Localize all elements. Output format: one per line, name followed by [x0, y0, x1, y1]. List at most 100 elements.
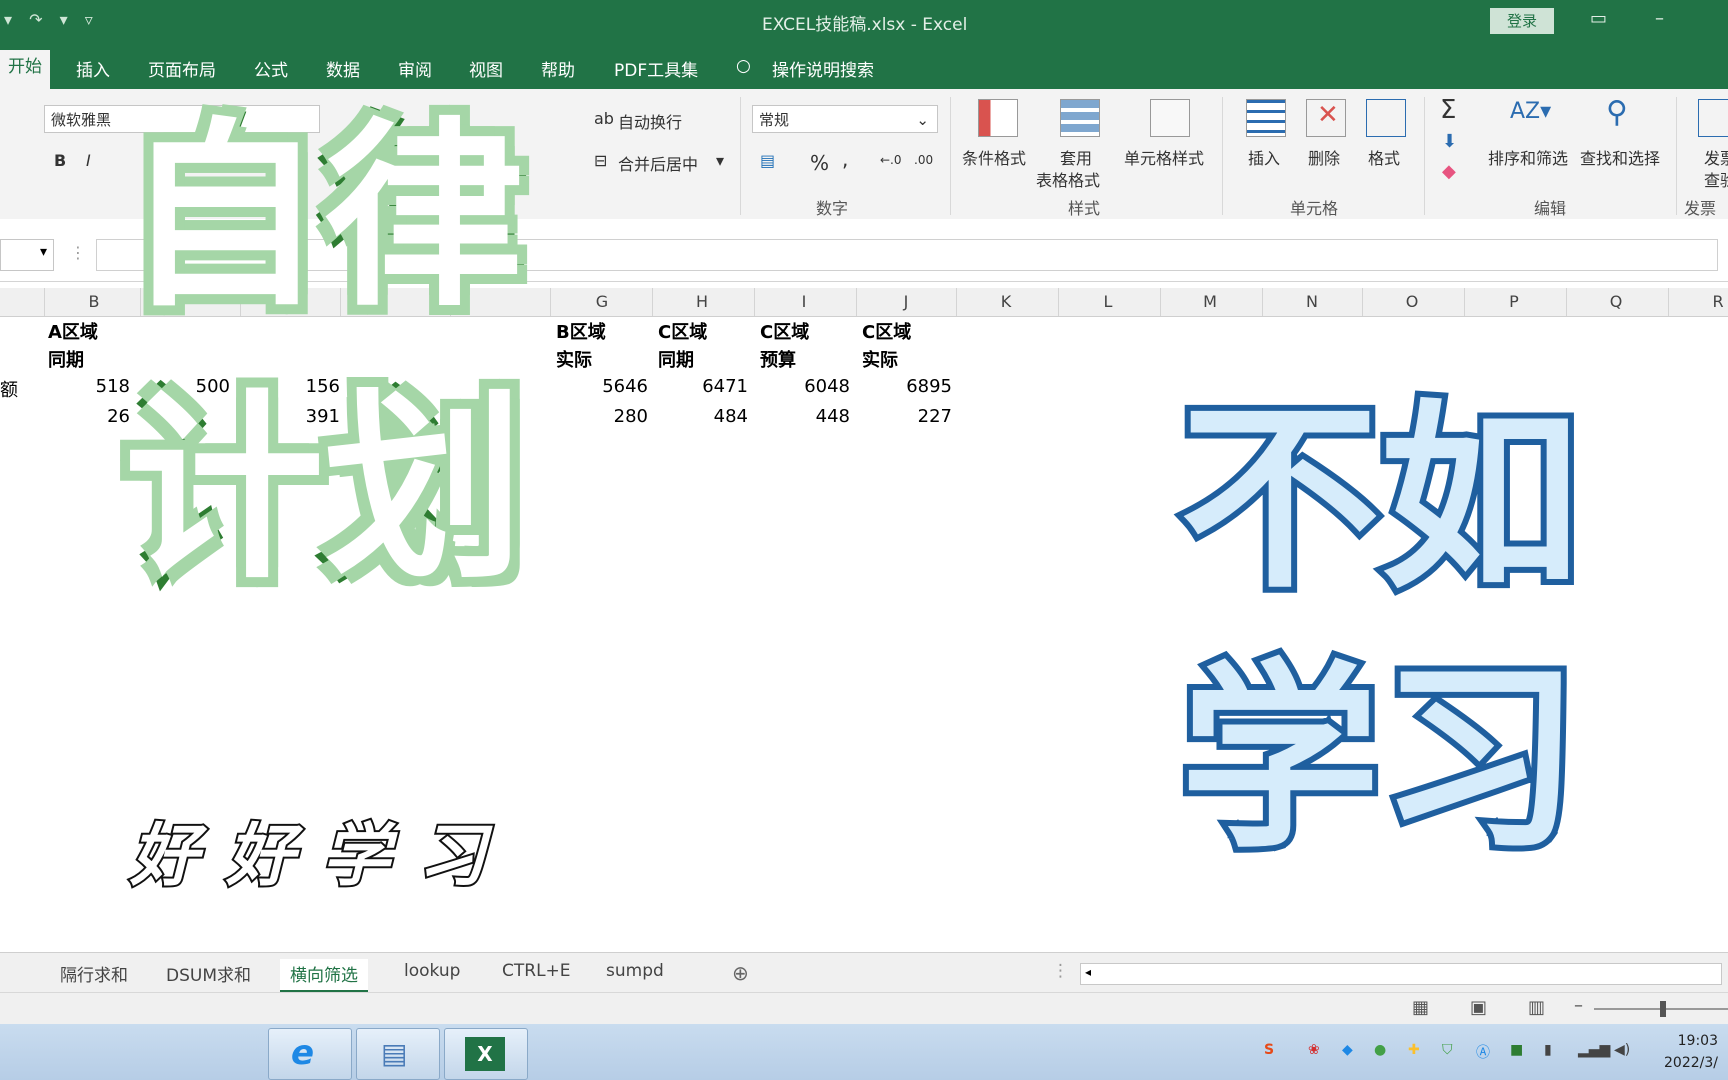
- add-sheet-icon[interactable]: ⊕: [732, 961, 749, 985]
- sheet-tab[interactable]: DSUM求和: [166, 961, 251, 986]
- data-cell[interactable]: 6048: [760, 376, 850, 397]
- name-box[interactable]: ▾: [0, 239, 54, 271]
- zoom-out-button[interactable]: –: [1574, 995, 1583, 1016]
- sheet-tab[interactable]: sumpd: [606, 961, 664, 981]
- sheet-tab[interactable]: lookup: [404, 961, 460, 981]
- data-cell[interactable]: 484: [658, 406, 748, 427]
- table-format-label-2[interactable]: 表格格式: [1036, 167, 1100, 191]
- decrease-decimal-button[interactable]: .00: [914, 153, 933, 167]
- fill-icon[interactable]: ⬇: [1442, 131, 1457, 152]
- tab-data[interactable]: 数据: [326, 56, 360, 81]
- column-header[interactable]: J: [896, 292, 916, 311]
- data-cell[interactable]: 280: [558, 406, 648, 427]
- autosum-icon[interactable]: Σ: [1440, 95, 1456, 125]
- increase-decimal-button[interactable]: ←.0: [880, 153, 902, 167]
- column-header[interactable]: M: [1200, 292, 1220, 311]
- conditional-format-button[interactable]: 条件格式: [962, 145, 1026, 169]
- excel-taskbar-button[interactable]: X: [444, 1028, 528, 1080]
- delete-cells-button[interactable]: 删除: [1308, 145, 1340, 169]
- invoice-label-2[interactable]: 查验: [1704, 167, 1728, 191]
- percent-button[interactable]: %: [810, 151, 829, 175]
- tab-formulas[interactable]: 公式: [254, 56, 288, 81]
- sort-filter-button[interactable]: 排序和筛选: [1488, 145, 1568, 169]
- column-header[interactable]: I: [794, 292, 814, 311]
- header-cell[interactable]: 预算: [760, 346, 796, 372]
- column-header[interactable]: K: [996, 292, 1016, 311]
- row-label-cell[interactable]: 额: [0, 376, 18, 402]
- sheet-tab[interactable]: CTRL+E: [502, 961, 571, 981]
- find-select-button[interactable]: 查找和选择: [1580, 145, 1660, 169]
- table-format-label-1[interactable]: 套用: [1060, 145, 1092, 169]
- data-cell[interactable]: 5646: [558, 376, 648, 397]
- header-cell[interactable]: 实际: [862, 346, 898, 372]
- security-icon[interactable]: ⛉: [1442, 1042, 1453, 1058]
- wrap-text-button[interactable]: 自动换行: [618, 109, 682, 133]
- page-layout-view-icon[interactable]: ▣: [1470, 997, 1487, 1018]
- merge-center-button[interactable]: 合并后居中: [618, 151, 698, 175]
- network-icon[interactable]: ▂▄▆: [1578, 1042, 1610, 1058]
- header-cell[interactable]: A区域: [48, 318, 98, 344]
- quick-access-toolbar[interactable]: ▾ ↷ ▾ ▿: [4, 10, 99, 29]
- minimize-icon[interactable]: –: [1655, 8, 1664, 29]
- column-header[interactable]: B: [84, 292, 104, 311]
- data-cell[interactable]: 448: [760, 406, 850, 427]
- clear-icon[interactable]: ◆: [1442, 161, 1456, 182]
- header-cell[interactable]: C区域: [760, 318, 809, 344]
- login-button[interactable]: 登录: [1490, 8, 1554, 34]
- chevron-down-icon[interactable]: ▾: [716, 151, 724, 170]
- normal-view-icon[interactable]: ▦: [1412, 997, 1429, 1018]
- tab-insert[interactable]: 插入: [76, 56, 110, 81]
- bold-button[interactable]: B: [54, 151, 66, 170]
- tab-page-layout[interactable]: 页面布局: [148, 56, 216, 81]
- column-header[interactable]: N: [1302, 292, 1322, 311]
- column-header[interactable]: L: [1098, 292, 1118, 311]
- control-panel-taskbar-button[interactable]: ▤: [356, 1028, 440, 1080]
- column-header[interactable]: G: [592, 292, 612, 311]
- tab-help[interactable]: 帮助: [541, 56, 575, 81]
- tray-app-icon[interactable]: ❀: [1308, 1042, 1320, 1058]
- insert-cells-button[interactable]: 插入: [1248, 145, 1280, 169]
- wechat-icon[interactable]: ●: [1374, 1042, 1386, 1058]
- format-cells-button[interactable]: 格式: [1368, 145, 1400, 169]
- header-cell[interactable]: C区域: [658, 318, 707, 344]
- data-cell[interactable]: 6895: [862, 376, 952, 397]
- column-header[interactable]: R: [1708, 292, 1728, 311]
- tab-view[interactable]: 视图: [469, 56, 503, 81]
- column-header[interactable]: P: [1504, 292, 1524, 311]
- accounting-icon[interactable]: ▤: [760, 151, 775, 170]
- data-cell[interactable]: 26: [40, 406, 130, 427]
- sheet-tab[interactable]: 隔行求和: [60, 961, 128, 986]
- tab-home[interactable]: 开始: [0, 50, 50, 89]
- sheet-tab-active[interactable]: 横向筛选: [280, 959, 368, 993]
- data-cell[interactable]: 6471: [658, 376, 748, 397]
- ribbon-display-icon[interactable]: ▭: [1590, 8, 1607, 29]
- header-cell[interactable]: B区域: [556, 318, 606, 344]
- volume-icon[interactable]: ◀): [1614, 1042, 1630, 1058]
- italic-button[interactable]: I: [86, 151, 91, 170]
- nvidia-icon[interactable]: ■: [1510, 1042, 1523, 1058]
- number-format-select[interactable]: 常规 ⌄: [752, 105, 938, 133]
- header-cell[interactable]: 实际: [556, 346, 592, 372]
- tray-shield-icon[interactable]: ◆: [1342, 1042, 1353, 1058]
- column-header[interactable]: O: [1402, 292, 1422, 311]
- clipboard-icon[interactable]: ▮: [1544, 1042, 1552, 1058]
- sogou-icon[interactable]: S: [1264, 1042, 1274, 1058]
- invoice-label-1[interactable]: 发票: [1704, 145, 1728, 169]
- horizontal-scrollbar[interactable]: ◂: [1080, 963, 1722, 985]
- header-cell[interactable]: C区域: [862, 318, 911, 344]
- header-cell[interactable]: 同期: [658, 346, 694, 372]
- column-header[interactable]: H: [692, 292, 712, 311]
- comma-button[interactable]: ,: [842, 147, 848, 171]
- header-cell[interactable]: 同期: [48, 346, 84, 372]
- zoom-slider-thumb[interactable]: [1660, 1001, 1666, 1017]
- data-cell[interactable]: 227: [862, 406, 952, 427]
- tray-a-icon[interactable]: Ⓐ: [1476, 1042, 1490, 1062]
- clock[interactable]: 19:03 2022/3/: [1664, 1030, 1718, 1074]
- tab-review[interactable]: 审阅: [398, 56, 432, 81]
- page-break-view-icon[interactable]: ▥: [1528, 997, 1545, 1018]
- column-header[interactable]: Q: [1606, 292, 1626, 311]
- ie-taskbar-button[interactable]: e: [268, 1028, 352, 1080]
- scroll-left-icon[interactable]: ◂: [1085, 965, 1091, 979]
- tray-plus-icon[interactable]: ✚: [1408, 1042, 1420, 1058]
- tell-me-search[interactable]: 操作说明搜索: [772, 56, 874, 81]
